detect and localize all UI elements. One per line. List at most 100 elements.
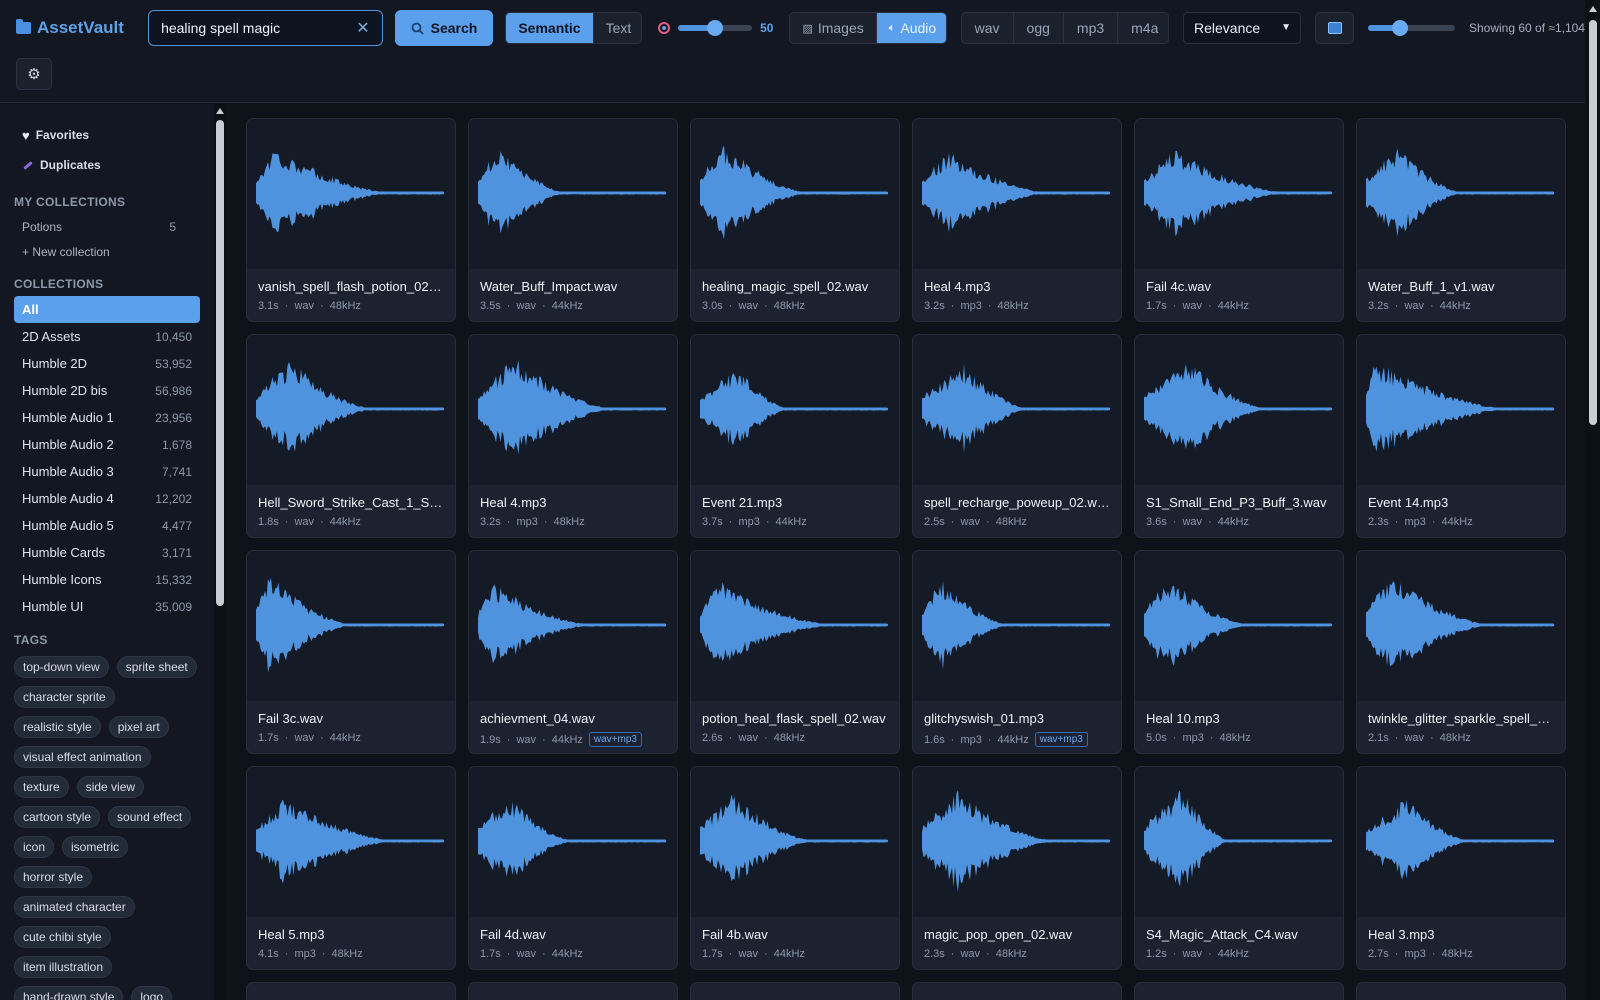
asset-card[interactable]: Heal 5.mp3 4.1s · mp3 · 48kHz [246, 766, 456, 970]
waveform-preview[interactable] [247, 551, 456, 701]
asset-card[interactable]: healing_magic_spell_02.wav 3.0s · wav · 48kHz [690, 118, 900, 322]
threshold-slider[interactable] [678, 20, 753, 36]
tag-chip[interactable]: horror style [14, 866, 93, 888]
waveform-preview[interactable] [1357, 335, 1566, 485]
sidebar-scrollbar[interactable] [214, 104, 226, 1000]
tag-chip[interactable]: item illustration [14, 956, 113, 978]
my-collection-potions[interactable]: Potions 5 [14, 214, 200, 239]
asset-card[interactable]: achievment_04.wav 1.9s · wav · 44kHz wav+mp3 [468, 550, 678, 754]
asset-card[interactable] [1134, 982, 1344, 1000]
type-audio[interactable]: 🔈︎ Audio [876, 13, 946, 43]
waveform-preview[interactable] [691, 551, 900, 701]
waveform-preview[interactable] [913, 335, 1122, 485]
search-input[interactable] [161, 20, 357, 36]
app-logo[interactable]: AssetVault [16, 18, 134, 38]
page-scroll-thumb[interactable] [1589, 20, 1597, 425]
settings-button[interactable]: ⚙ [16, 58, 52, 90]
asset-card[interactable]: Heal 4.mp3 3.2s · mp3 · 48kHz [468, 334, 678, 538]
sidebar-item-collection[interactable]: Humble 2D 53,952 [14, 350, 200, 377]
sidebar-item-collection[interactable]: Humble Audio 4 12,202 [14, 485, 200, 512]
waveform-preview[interactable] [691, 335, 900, 485]
asset-card[interactable] [246, 982, 456, 1000]
search-box[interactable]: ✕ [148, 10, 383, 46]
asset-card[interactable]: Water_Buff_Impact.wav 3.5s · wav · 44kHz [468, 118, 678, 322]
waveform-preview[interactable] [1135, 767, 1344, 917]
asset-card[interactable]: Hell_Sword_Strike_Cast_1_Sword... 1.8s · wa… [246, 334, 456, 538]
asset-card[interactable]: twinkle_glitter_sparkle_spell_01.... 2.1s… [1356, 550, 1566, 754]
waveform-preview[interactable] [247, 335, 456, 485]
type-images[interactable]: ▨ Images [790, 13, 877, 43]
filter-m4a[interactable]: m4a [1118, 13, 1168, 43]
asset-card[interactable]: Heal 4.mp3 3.2s · mp3 · 48kHz [912, 118, 1122, 322]
asset-card[interactable]: S4_Magic_Attack_C4.wav 1.2s · wav · 44kHz [1134, 766, 1344, 970]
tag-chip[interactable]: hand-drawn style [14, 986, 124, 1000]
zoom-knob[interactable] [1392, 20, 1409, 36]
sidebar-item-collection[interactable]: All [14, 296, 200, 323]
tag-chip[interactable]: side view [76, 776, 145, 798]
sidebar-scroll-thumb[interactable] [216, 120, 224, 606]
tag-chip[interactable]: animated character [14, 896, 135, 918]
tag-chip[interactable]: cartoon style [14, 806, 101, 828]
sidebar-item-collection[interactable]: Humble Audio 5 4,477 [14, 512, 200, 539]
waveform-preview[interactable] [691, 119, 900, 269]
tag-chip[interactable]: isometric [62, 836, 129, 858]
mode-text[interactable]: Text [594, 13, 641, 43]
waveform-preview[interactable] [469, 119, 678, 269]
waveform-preview[interactable] [691, 767, 900, 917]
clear-search-icon[interactable]: ✕ [356, 18, 369, 38]
waveform-preview[interactable] [469, 335, 678, 485]
asset-card[interactable]: Event 14.mp3 2.3s · mp3 · 44kHz [1356, 334, 1566, 538]
page-scrollbar[interactable] [1585, 0, 1600, 1000]
waveform-preview[interactable] [1357, 551, 1566, 701]
sidebar-item-collection[interactable]: Humble UI 35,009 [14, 593, 200, 620]
asset-card[interactable]: potion_heal_flask_spell_02.wav 2.6s · wav · 4… [690, 550, 900, 754]
tag-chip[interactable]: top-down view [14, 656, 109, 678]
asset-card[interactable]: Event 21.mp3 3.7s · mp3 · 44kHz [690, 334, 900, 538]
waveform-preview[interactable] [469, 767, 678, 917]
tag-chip[interactable]: character sprite [14, 686, 115, 708]
sidebar-item-collection[interactable]: Humble Icons 15,332 [14, 566, 200, 593]
sort-select[interactable]: Relevance [1183, 12, 1301, 44]
sidebar-favorites[interactable]: ♥ Favorites [14, 120, 200, 150]
asset-card[interactable]: Fail 4c.wav 1.7s · wav · 44kHz [1134, 118, 1344, 322]
scroll-up-icon[interactable] [1589, 6, 1597, 12]
waveform-preview[interactable] [1357, 767, 1566, 917]
asset-card[interactable]: Fail 4d.wav 1.7s · wav · 44kHz [468, 766, 678, 970]
asset-card[interactable] [912, 982, 1122, 1000]
asset-card[interactable] [468, 982, 678, 1000]
waveform-preview[interactable] [469, 551, 678, 701]
filter-ogg[interactable]: ogg [1014, 13, 1064, 43]
asset-card[interactable]: magic_pop_open_02.wav 2.3s · wav · 48kHz [912, 766, 1122, 970]
sidebar-item-collection[interactable]: Humble Cards 3,171 [14, 539, 200, 566]
zoom-slider[interactable] [1368, 20, 1455, 36]
asset-card[interactable]: S1_Small_End_P3_Buff_3.wav 3.6s · wav · 44kHz [1134, 334, 1344, 538]
sidebar-duplicates[interactable]: Duplicates [14, 150, 200, 180]
tag-chip[interactable]: sound effect [108, 806, 192, 828]
sidebar-item-collection[interactable]: Humble Audio 1 23,956 [14, 404, 200, 431]
waveform-preview[interactable] [1357, 119, 1566, 269]
threshold-knob[interactable] [707, 20, 724, 36]
waveform-preview[interactable] [913, 119, 1122, 269]
waveform-preview[interactable] [1135, 119, 1344, 269]
new-collection-button[interactable]: + New collection [14, 239, 200, 264]
tag-chip[interactable]: pixel art [108, 716, 169, 738]
sidebar-item-collection[interactable]: Humble Audio 3 7,741 [14, 458, 200, 485]
tag-chip[interactable]: logo [131, 986, 173, 1000]
filter-mp3[interactable]: mp3 [1064, 13, 1119, 43]
search-button[interactable]: Search [394, 10, 494, 46]
asset-card[interactable]: Heal 10.mp3 5.0s · mp3 · 48kHz [1134, 550, 1344, 754]
asset-card[interactable]: spell_recharge_poweup_02.wav 2.5s · wav · 48k… [912, 334, 1122, 538]
waveform-preview[interactable] [247, 767, 456, 917]
waveform-preview[interactable] [247, 119, 456, 269]
sidebar-item-collection[interactable]: Humble 2D bis 56,986 [14, 377, 200, 404]
asset-card[interactable]: Fail 4b.wav 1.7s · wav · 44kHz [690, 766, 900, 970]
waveform-preview[interactable] [1135, 551, 1344, 701]
asset-card[interactable] [1356, 982, 1566, 1000]
asset-card[interactable]: Fail 3c.wav 1.7s · wav · 44kHz [246, 550, 456, 754]
asset-card[interactable]: Water_Buff_1_v1.wav 3.2s · wav · 44kHz [1356, 118, 1566, 322]
tag-chip[interactable]: realistic style [14, 716, 101, 738]
sidebar-item-collection[interactable]: 2D Assets 10,450 [14, 323, 200, 350]
filter-wav[interactable]: wav [962, 13, 1014, 43]
waveform-preview[interactable] [1135, 335, 1344, 485]
refresh-button[interactable] [1315, 12, 1355, 44]
